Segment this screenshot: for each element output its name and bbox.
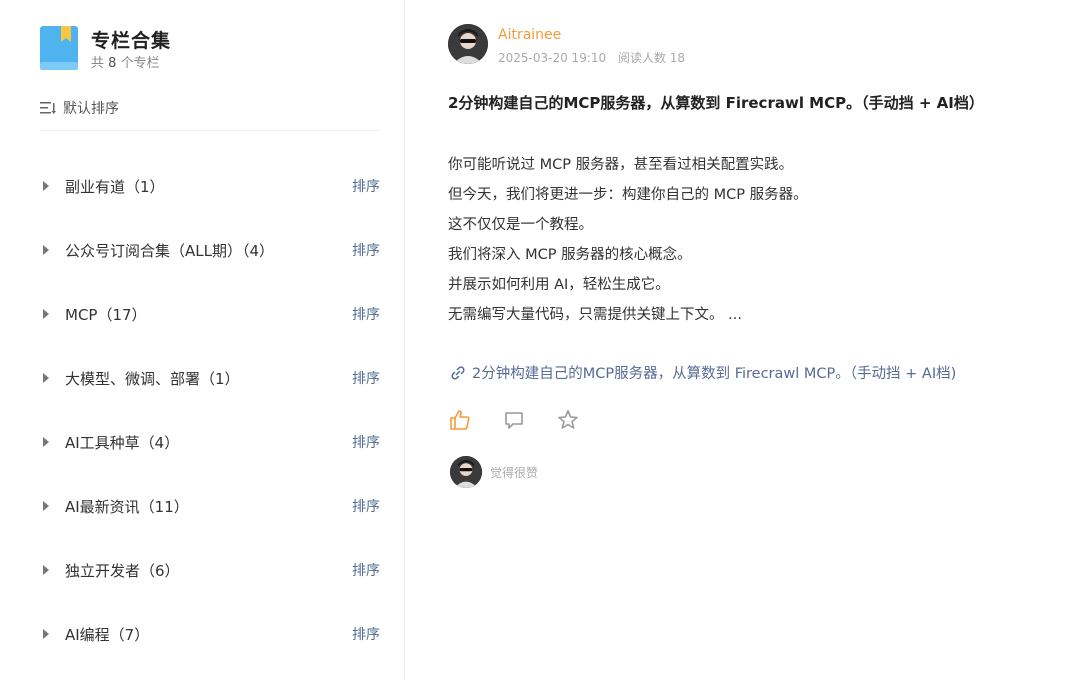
article-paragraph: 我们将深入 MCP 服务器的核心概念。	[448, 247, 692, 263]
collection-item[interactable]: 公众号订阅合集（ALL期）（4） 排序	[40, 218, 380, 282]
sort-link[interactable]: 排序	[352, 368, 380, 388]
action-bar	[448, 408, 610, 432]
triangle-right-icon	[43, 181, 49, 191]
sort-link[interactable]: 排序	[352, 432, 380, 452]
collection-item[interactable]: AI工具种草（4） 排序	[40, 410, 380, 474]
collection-item-label: 副业有道（1）	[65, 177, 165, 196]
triangle-right-icon	[43, 565, 49, 575]
collection-item-label: 独立开发者（6）	[65, 561, 180, 580]
collection-item-label: MCP（17）	[65, 305, 147, 324]
thumbs-up-icon[interactable]	[448, 408, 472, 432]
divider	[40, 130, 380, 131]
article-paragraph: 你可能听说过 MCP 服务器，甚至看过相关配置实践。	[448, 157, 794, 173]
post-datetime: 2025-03-20 19:10	[498, 51, 607, 65]
collection-count: 共 8 个专栏	[91, 52, 160, 71]
author-name[interactable]: Aitrainee	[498, 27, 561, 43]
article-paragraph: 无需编写大量代码，只需提供关键上下文。 ...	[448, 307, 742, 323]
collection-item-label: AI工具种草（4）	[65, 433, 180, 452]
collection-list: 副业有道（1） 排序 公众号订阅合集（ALL期）（4） 排序 MCP（17） 排…	[40, 154, 380, 666]
article-link-text: 2分钟构建自己的MCP服务器，从算数到 Firecrawl MCP。（手动挡 +…	[472, 366, 957, 382]
sort-link[interactable]: 排序	[352, 240, 380, 260]
collection-title: 专栏合集	[91, 30, 172, 52]
count-number: 8	[108, 56, 117, 71]
sort-link[interactable]: 排序	[352, 496, 380, 516]
count-suffix: 个专栏	[120, 56, 160, 71]
sort-lines-icon	[40, 102, 56, 114]
article-link[interactable]: 2分钟构建自己的MCP服务器，从算数到 Firecrawl MCP。（手动挡 +…	[450, 362, 956, 383]
post-read-count: 阅读人数 18	[617, 51, 686, 65]
sort-link[interactable]: 排序	[352, 176, 380, 196]
article-paragraph: 这不仅仅是一个教程。	[448, 217, 593, 233]
triangle-right-icon	[43, 309, 49, 319]
avatar-image	[448, 24, 488, 64]
triangle-right-icon	[43, 373, 49, 383]
triangle-right-icon	[43, 629, 49, 639]
triangle-right-icon	[43, 437, 49, 447]
link-icon	[451, 365, 465, 380]
collection-item-label: AI编程（7）	[65, 625, 150, 644]
article-title[interactable]: 2分钟构建自己的MCP服务器，从算数到 Firecrawl MCP。（手动挡 +…	[448, 92, 984, 113]
collection-item-label: AI最新资讯（11）	[65, 497, 189, 516]
comment-icon[interactable]	[502, 408, 526, 432]
sort-link[interactable]: 排序	[352, 624, 380, 644]
triangle-right-icon	[43, 245, 49, 255]
article-body: 你可能听说过 MCP 服务器，甚至看过相关配置实践。 但今天，我们将更进一步：构…	[448, 150, 808, 330]
default-sort-button[interactable]: 默认排序	[40, 98, 119, 118]
liker-avatar[interactable]	[450, 456, 482, 488]
post-meta: 2025-03-20 19:10 阅读人数 18	[498, 49, 685, 66]
collection-sidebar: 专栏合集 共 8 个专栏 默认排序 副业有道（1） 排序 公众号订阅合集（ALL…	[0, 0, 405, 680]
sort-link[interactable]: 排序	[352, 560, 380, 580]
collection-item-label: 公众号订阅合集（ALL期）（4）	[65, 241, 275, 260]
collection-item[interactable]: 大模型、微调、部署（1） 排序	[40, 346, 380, 410]
triangle-right-icon	[43, 501, 49, 511]
article-paragraph: 并展示如何利用 AI，轻松生成它。	[448, 277, 670, 293]
book-icon	[40, 26, 78, 70]
star-icon[interactable]	[556, 408, 580, 432]
collection-item-label: 大模型、微调、部署（1）	[65, 369, 240, 388]
collection-item[interactable]: 副业有道（1） 排序	[40, 154, 380, 218]
author-avatar[interactable]	[448, 24, 488, 64]
count-prefix: 共	[91, 56, 105, 71]
avatar-image	[450, 456, 482, 488]
sort-label: 默认排序	[63, 101, 119, 117]
collection-item[interactable]: MCP（17） 排序	[40, 282, 380, 346]
article-paragraph: 但今天，我们将更进一步：构建你自己的 MCP 服务器。	[448, 187, 808, 203]
sort-link[interactable]: 排序	[352, 304, 380, 324]
collection-item[interactable]: AI最新资讯（11） 排序	[40, 474, 380, 538]
collection-item[interactable]: 独立开发者（6） 排序	[40, 538, 380, 602]
collection-item[interactable]: AI编程（7） 排序	[40, 602, 380, 666]
liked-label: 觉得很赞	[490, 466, 539, 480]
